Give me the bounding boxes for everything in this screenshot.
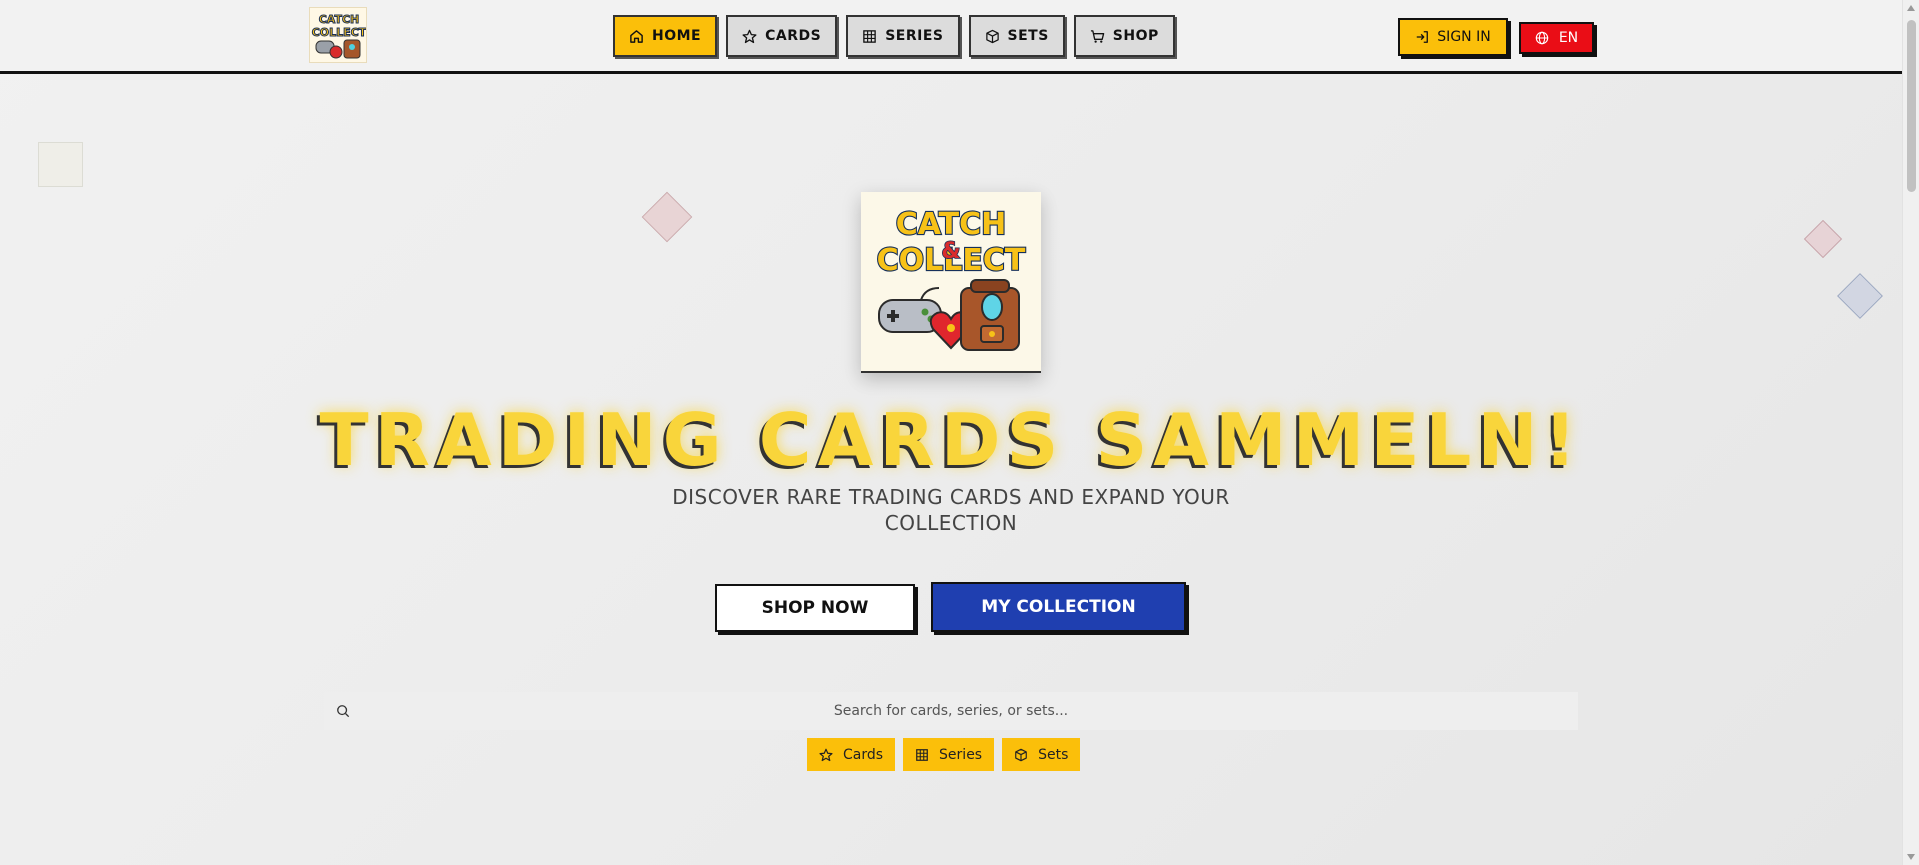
- sign-in-button[interactable]: SIGN IN: [1398, 18, 1508, 56]
- decor-square: [641, 191, 693, 243]
- search-icon: [337, 705, 350, 718]
- page-scrollbar[interactable]: [1902, 0, 1919, 865]
- nav-shop-label: SHOP: [1112, 28, 1159, 44]
- top-navbar: CATCH COLLECT HOME CARDS SERIES SETS SHO…: [0, 0, 1902, 74]
- nav-sets[interactable]: SETS: [968, 15, 1065, 57]
- filter-sets-label: Sets: [1038, 746, 1069, 763]
- grid-icon: [916, 748, 928, 761]
- filter-cards[interactable]: Cards: [807, 738, 896, 771]
- filter-series-label: Series: [939, 746, 983, 763]
- hero-logo: CATCH COLLECT &: [861, 192, 1041, 373]
- language-label: EN: [1558, 30, 1579, 46]
- globe-icon: [1535, 31, 1549, 45]
- grid-icon: [863, 29, 876, 43]
- box-icon: [985, 29, 999, 43]
- decor-square: [1803, 219, 1843, 259]
- search-bar: [324, 692, 1578, 730]
- filter-cards-label: Cards: [843, 746, 884, 763]
- hero-logo-line1: CATCH: [896, 207, 1007, 242]
- scroll-down-icon[interactable]: [1907, 854, 1915, 860]
- nav-sets-label: SETS: [1007, 28, 1049, 44]
- search-filters: Cards Series Sets: [807, 738, 1081, 771]
- language-selector[interactable]: EN: [1519, 22, 1594, 54]
- nav-series-label: SERIES: [885, 28, 944, 44]
- nav-home[interactable]: HOME: [613, 15, 718, 57]
- home-icon: [630, 29, 643, 43]
- hero-title: TRADING CARDS SAMMELN!: [319, 398, 1583, 482]
- nav-home-label: HOME: [652, 28, 702, 44]
- hero-logo-amp: &: [941, 239, 960, 264]
- filter-sets[interactable]: Sets: [1002, 738, 1081, 771]
- star-icon: [819, 748, 833, 761]
- hero-subtitle: DISCOVER RARE TRADING CARDS AND EXPAND Y…: [672, 485, 1230, 535]
- decor-square: [1837, 273, 1883, 319]
- nav-cards-label: CARDS: [765, 28, 822, 44]
- nav-shop[interactable]: SHOP: [1073, 15, 1175, 57]
- search-input[interactable]: [350, 702, 1552, 720]
- filter-series[interactable]: Series: [903, 738, 995, 771]
- nav-series[interactable]: SERIES: [846, 15, 960, 57]
- site-logo[interactable]: CATCH COLLECT: [309, 7, 367, 63]
- cart-icon: [1090, 29, 1105, 43]
- box-icon: [1015, 748, 1027, 761]
- main-nav: HOME CARDS SERIES SETS SHOP: [613, 15, 1175, 57]
- scroll-up-icon[interactable]: [1907, 5, 1915, 11]
- login-icon: [1417, 31, 1429, 43]
- decor-square: [38, 142, 83, 187]
- star-icon: [742, 29, 757, 43]
- my-collection-button[interactable]: MY COLLECTION: [931, 582, 1186, 632]
- scroll-thumb[interactable]: [1907, 20, 1916, 192]
- svg-text:COLLECT: COLLECT: [312, 26, 367, 39]
- nav-cards[interactable]: CARDS: [726, 15, 838, 57]
- svg-text:CATCH: CATCH: [319, 13, 360, 26]
- sign-in-label: SIGN IN: [1437, 29, 1491, 45]
- shop-now-button[interactable]: SHOP NOW: [715, 584, 915, 632]
